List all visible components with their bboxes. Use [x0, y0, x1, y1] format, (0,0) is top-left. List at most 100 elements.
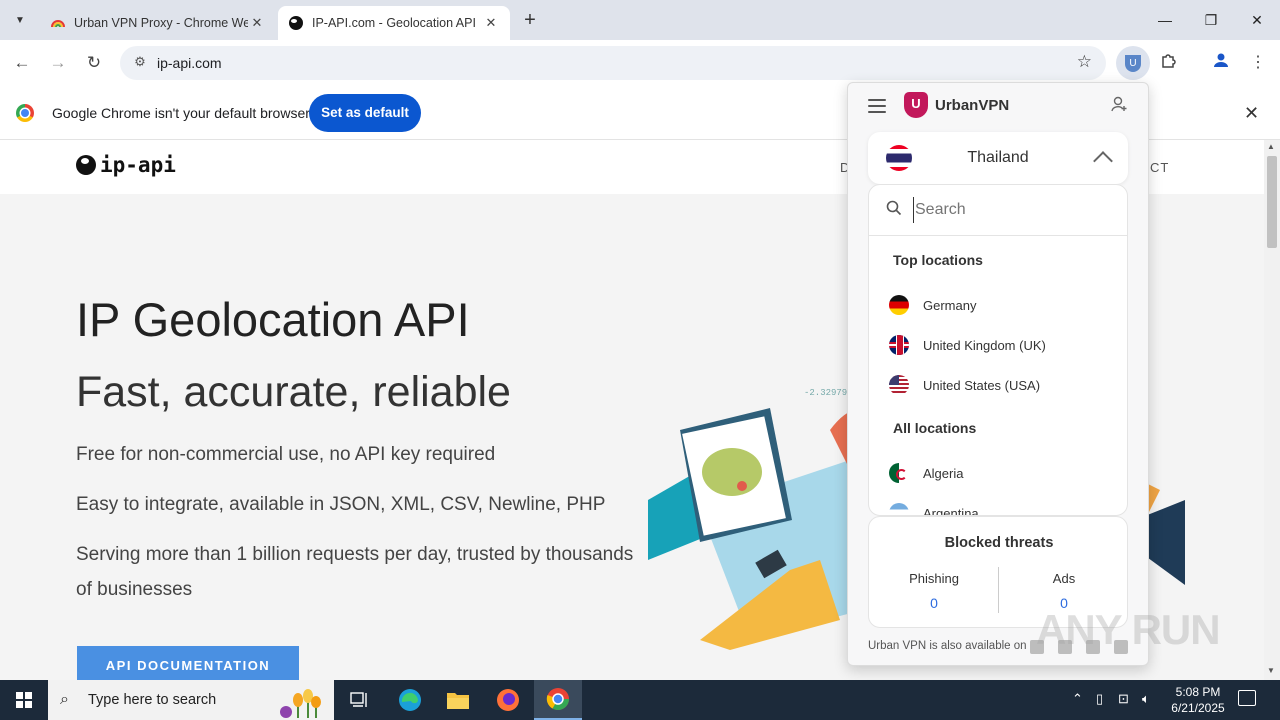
vpn-brand-name: UrbanVPN	[935, 96, 1010, 114]
feature-line: Easy to integrate, available in JSON, XM…	[76, 494, 606, 515]
reload-icon[interactable]: ↻	[82, 51, 106, 75]
phishing-label: Phishing	[909, 571, 959, 586]
show-hidden-icons-chevron-icon[interactable]: ⌃	[1072, 691, 1083, 707]
feature-line: Serving more than 1 billion requests per…	[76, 544, 634, 600]
location-item-germany[interactable]: Germany	[889, 292, 1119, 318]
site-logo-text: ip-api	[100, 153, 176, 177]
location-label: Argentina	[923, 505, 979, 516]
kebab-menu-icon[interactable]: ⋮	[1246, 51, 1270, 75]
location-list: Top locations Germany United Kingdom (UK…	[868, 184, 1128, 516]
new-tab-button[interactable]: +	[518, 9, 542, 33]
battery-device-icon[interactable]: ▯	[1096, 691, 1103, 707]
top-locations-heading: Top locations	[893, 252, 983, 268]
tulips-decoration-icon	[280, 689, 321, 718]
tab-ip-api[interactable]: IP-API.com - Geolocation API ✕	[278, 6, 510, 40]
site-logo[interactable]: ip-api	[76, 153, 176, 177]
germany-flag-icon	[889, 295, 909, 315]
anyrun-watermark: ANY RUN	[1036, 606, 1221, 653]
profile-avatar-icon[interactable]	[1209, 51, 1233, 75]
scroll-up-icon[interactable]: ▲	[1267, 142, 1275, 151]
volume-icon[interactable]: 🔈︎	[1142, 691, 1150, 707]
location-item-argentina[interactable]: Argentina	[889, 500, 1119, 516]
country-selector[interactable]: Thailand	[868, 132, 1128, 184]
task-view-icon[interactable]	[336, 680, 384, 720]
location-label: Germany	[923, 297, 977, 313]
browser-toolbar: ← → ↻ ⚙ ip-api.com ☆ U ⋮	[0, 40, 1280, 86]
tab-title: Urban VPN Proxy - Chrome We	[74, 16, 248, 30]
account-user-icon[interactable]	[1110, 95, 1128, 118]
illustration-coordinate: -2.32979	[804, 388, 847, 398]
hamburger-menu-icon[interactable]	[868, 99, 886, 117]
algeria-flag-icon	[889, 463, 909, 483]
urban-vpn-logo: U UrbanVPN	[904, 92, 1009, 118]
selected-country: Thailand	[967, 149, 1029, 166]
page-scrollbar[interactable]: ▲ ▼	[1264, 140, 1280, 680]
globe-favicon-icon	[288, 15, 304, 31]
set-as-default-button[interactable]: Set as default	[309, 94, 421, 132]
tab-urban-vpn[interactable]: Urban VPN Proxy - Chrome We ✕	[40, 6, 276, 40]
address-bar[interactable]: ⚙ ip-api.com ☆	[120, 46, 1106, 80]
start-button[interactable]	[0, 680, 48, 720]
forward-icon[interactable]: →	[46, 51, 70, 75]
infobar-message: Google Chrome isn't your default browser	[52, 105, 310, 121]
restore-icon[interactable]: ❐	[1196, 8, 1226, 32]
close-window-icon[interactable]: ✕	[1242, 8, 1272, 32]
tab-strip: ▼ Urban VPN Proxy - Chrome We ✕ IP-API.c…	[0, 0, 1280, 40]
file-explorer-icon[interactable]	[434, 680, 482, 720]
argentina-flag-icon	[889, 503, 909, 515]
location-search-input[interactable]	[913, 197, 1113, 223]
clock-date: 6/21/2025	[1171, 701, 1225, 715]
scroll-down-icon[interactable]: ▼	[1267, 666, 1275, 675]
location-item-uk[interactable]: United Kingdom (UK)	[889, 332, 1119, 358]
scroll-thumb[interactable]	[1267, 156, 1277, 248]
phishing-count: 0	[930, 595, 938, 611]
network-icon[interactable]: ⊡	[1118, 691, 1129, 707]
url-text: ip-api.com	[157, 55, 222, 71]
tab-search-chevron-icon[interactable]: ▼	[8, 8, 32, 32]
tab-close-icon[interactable]: ✕	[248, 15, 266, 31]
clock-time: 5:08 PM	[1175, 685, 1221, 699]
globe-logo-icon	[76, 155, 96, 175]
uk-flag-icon	[889, 335, 909, 355]
tab-close-icon[interactable]: ✕	[482, 15, 500, 31]
availability-text: Urban VPN is also available on	[868, 640, 1027, 652]
system-clock[interactable]: 5:08 PM 6/21/2025	[1166, 684, 1230, 716]
urban-vpn-extension-icon[interactable]: U	[1116, 46, 1150, 80]
nav-link-contact-partial[interactable]: CT	[1150, 160, 1169, 175]
urban-vpn-popup: U UrbanVPN Thailand Top locations German…	[847, 82, 1149, 666]
windows-logo-icon	[16, 692, 32, 708]
location-label: United Kingdom (UK)	[923, 337, 1046, 353]
notification-center-icon[interactable]	[1238, 690, 1256, 706]
api-documentation-button[interactable]: API DOCUMENTATION	[77, 646, 299, 680]
chrome-taskbar-icon[interactable]	[534, 680, 582, 720]
minimize-icon[interactable]: —	[1150, 8, 1180, 32]
svg-text:U: U	[1129, 58, 1136, 69]
usa-flag-icon	[889, 375, 909, 395]
location-label: Algeria	[923, 465, 964, 481]
feature-line: Free for non-commercial use, no API key …	[76, 444, 496, 465]
hero-subtitle: Fast, accurate, reliable	[76, 368, 511, 416]
ads-label: Ads	[1052, 571, 1076, 586]
search-icon	[886, 200, 902, 216]
location-label: United States (USA)	[923, 377, 1041, 393]
blocked-threats-title: Blocked threats	[944, 535, 1054, 551]
chrome-logo-icon	[16, 104, 34, 122]
shield-logo-icon: U	[904, 92, 928, 118]
rainbow-favicon-icon	[50, 15, 66, 31]
firefox-icon[interactable]	[484, 680, 532, 720]
windows-taskbar: ⌕ Type here to search ⌃ ▯ ⊡ 🔈︎ 5:08 PM 6…	[0, 680, 1280, 720]
location-item-algeria[interactable]: Algeria	[889, 460, 1119, 486]
all-locations-heading: All locations	[893, 420, 977, 436]
tab-title: IP-API.com - Geolocation API	[312, 16, 476, 30]
taskbar-search-box[interactable]: ⌕ Type here to search	[48, 680, 334, 720]
bookmark-star-icon[interactable]: ☆	[1077, 52, 1092, 72]
back-icon[interactable]: ←	[10, 51, 34, 75]
edge-browser-icon[interactable]	[386, 680, 434, 720]
location-item-usa[interactable]: United States (USA)	[889, 372, 1119, 398]
taskbar-search-text: Type here to search	[88, 692, 217, 708]
hero-title: IP Geolocation API	[76, 293, 470, 346]
site-settings-icon[interactable]: ⚙	[130, 54, 150, 72]
infobar-close-icon[interactable]: ✕	[1244, 103, 1259, 124]
search-icon: ⌕	[60, 691, 69, 708]
extensions-puzzle-icon[interactable]	[1157, 51, 1181, 75]
